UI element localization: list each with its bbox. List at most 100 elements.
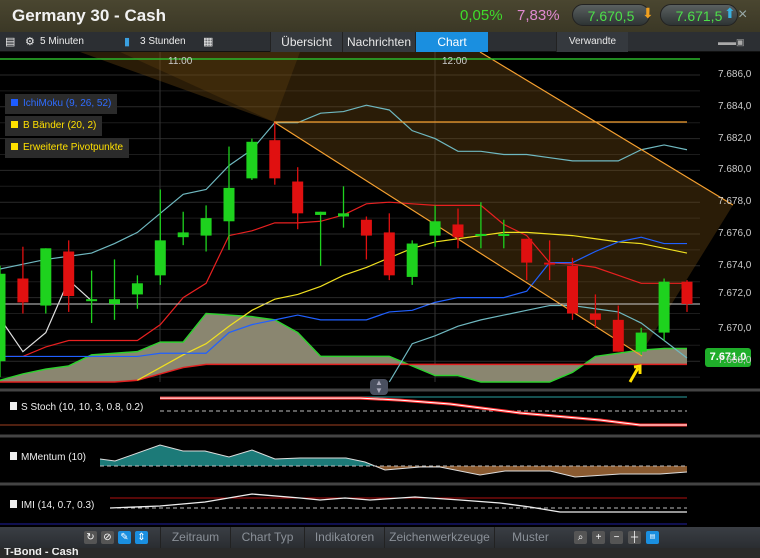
momentum-label: MMentum (10) [10, 452, 90, 463]
price-tick: 7.684,0 [718, 100, 752, 112]
candle-body [315, 211, 327, 215]
price-tick: 7.676,0 [718, 228, 752, 239]
candle-body [498, 234, 510, 236]
down-arrow-icon: ⬇ [642, 5, 654, 21]
no-draw-icon[interactable]: ⊘ [101, 531, 114, 544]
imi-line [109, 493, 687, 513]
candle-body [383, 232, 395, 276]
legend-pivot[interactable]: Erweiterte Pivotpunkte [5, 138, 130, 158]
chart-toolbar: ▤ ⚙ 5 Minuten ▮ 3 Stunden ▦ Übersicht Na… [0, 32, 760, 52]
pencil-icon[interactable]: ✎ [118, 531, 131, 544]
time-label: 11:00 [168, 56, 193, 67]
up-arrow-icon: ⬆ [724, 5, 736, 21]
instrument-title: Germany 30 - Cash [12, 6, 167, 25]
crosshair-icon[interactable]: ┼ [628, 531, 641, 544]
price-tick: 7.674,0 [718, 259, 752, 271]
next-instrument-row[interactable]: T-Bond - Cash [0, 548, 760, 558]
candle-body [612, 319, 624, 352]
candle-body [177, 232, 189, 238]
candle-body [589, 313, 601, 320]
legend-bollinger[interactable]: B Bänder (20, 2) [5, 116, 103, 136]
color-swatch [10, 500, 17, 508]
candle-body [406, 243, 418, 277]
price-tick: 7.678,0 [718, 196, 752, 208]
ichimoku-cloud [0, 313, 687, 382]
color-swatch [10, 452, 17, 460]
tab-patterns[interactable]: Muster [494, 527, 566, 548]
data-icon[interactable]: ▤ [646, 531, 659, 544]
title-bar: Germany 30 - Cash 0,05% 7,83% 7.670,5 ⬇ … [0, 0, 760, 32]
candle-body [223, 187, 235, 222]
price-tick: 7.680,0 [718, 164, 752, 176]
candle-body [429, 221, 441, 236]
candle-body [338, 213, 349, 217]
zoom-out-icon[interactable]: − [610, 531, 623, 544]
interval-select[interactable]: 5 Minuten [40, 32, 84, 52]
imi-label: IMI (14, 0.7, 0.3) [10, 500, 98, 511]
candle-body [635, 332, 647, 352]
price-tick: 7.682,0 [718, 132, 752, 144]
tab-zeitraum[interactable]: Zeitraum [160, 527, 230, 548]
period-select[interactable]: 3 Stunden [140, 32, 186, 52]
related-button[interactable]: Verwandte [556, 32, 628, 52]
lock-icon: ▮ [124, 36, 131, 48]
candle-body [63, 251, 75, 297]
color-swatch [11, 121, 18, 128]
price-chart [0, 52, 760, 525]
label-text: IMI (14, 0.7, 0.3) [21, 500, 95, 511]
range-percent: 7,83% [517, 7, 560, 24]
candle-body [40, 248, 52, 306]
change-percent: 0,05% [460, 7, 503, 24]
next-instrument-title: T-Bond - Cash [4, 548, 79, 558]
chart-area[interactable]: 11:00 12:00 IchiMoku (9, 26, 52) B Bände… [0, 52, 760, 527]
candle-body [246, 141, 258, 179]
candle-body [109, 299, 120, 304]
candle-body [200, 218, 212, 236]
search-icon[interactable]: ⌕ [574, 531, 587, 544]
tab-chart-type[interactable]: Chart Typ [230, 527, 304, 548]
legend-label: Erweiterte Pivotpunkte [23, 142, 124, 153]
tab-drawing-tools[interactable]: Zeichenwerkzeuge [384, 527, 494, 548]
tab-indicators[interactable]: Indikatoren [304, 527, 384, 548]
stoch-label: S Stoch (10, 10, 3, 0.8, 0.2) [10, 402, 147, 413]
legend-label: B Bänder (20, 2) [23, 120, 97, 131]
list-icon[interactable]: ▤ [5, 32, 15, 52]
candle-body [154, 240, 166, 276]
candle-body [360, 219, 372, 236]
tab-overview[interactable]: Übersicht [270, 32, 342, 52]
color-swatch [10, 402, 17, 410]
color-swatch [11, 99, 18, 106]
candle-body [521, 238, 533, 263]
close-button[interactable]: × [738, 6, 747, 24]
candle-body [269, 140, 281, 179]
bottom-toolbar: ↻ ⊘ ✎ ⇕ Zeitraum Chart Typ Indikatoren Z… [0, 527, 760, 548]
color-swatch [11, 143, 18, 150]
candle-body [452, 224, 464, 238]
label-text: S Stoch (10, 10, 3, 0.8, 0.2) [21, 402, 144, 413]
panel-resize-handle[interactable]: ▲ ▼ [370, 379, 388, 395]
legend-ichimoku[interactable]: IchiMoku (9, 26, 52) [5, 94, 118, 114]
stoch-line [160, 397, 687, 426]
price-tick: 7.672,0 [718, 287, 752, 299]
candle-body [292, 181, 304, 214]
scroll-icon[interactable]: ⇕ [135, 531, 148, 544]
zoom-in-icon[interactable]: + [592, 531, 605, 544]
candle-body [567, 265, 578, 314]
candle-body [17, 278, 29, 303]
candle-body [544, 262, 556, 265]
legend-label: IchiMoku (9, 26, 52) [23, 98, 112, 109]
candle-body [681, 281, 693, 304]
tab-news[interactable]: Nachrichten [342, 32, 415, 52]
candle-body [0, 273, 6, 362]
sell-button[interactable]: 7.670,5 [572, 4, 650, 26]
refresh-icon[interactable]: ↻ [84, 531, 97, 544]
time-label: 12:00 [442, 56, 468, 67]
gear-icon[interactable]: ⚙ [25, 32, 35, 52]
triangle-shade [120, 52, 300, 122]
layout-icon[interactable]: ▬▬▣ [718, 32, 745, 52]
price-tick: 7.668,0 [718, 355, 752, 367]
arrow-annotation [628, 364, 642, 383]
calendar-icon[interactable]: ▦ [203, 32, 213, 52]
price-tick: 7.686,0 [718, 69, 752, 80]
tab-chart[interactable]: Chart [415, 32, 488, 52]
